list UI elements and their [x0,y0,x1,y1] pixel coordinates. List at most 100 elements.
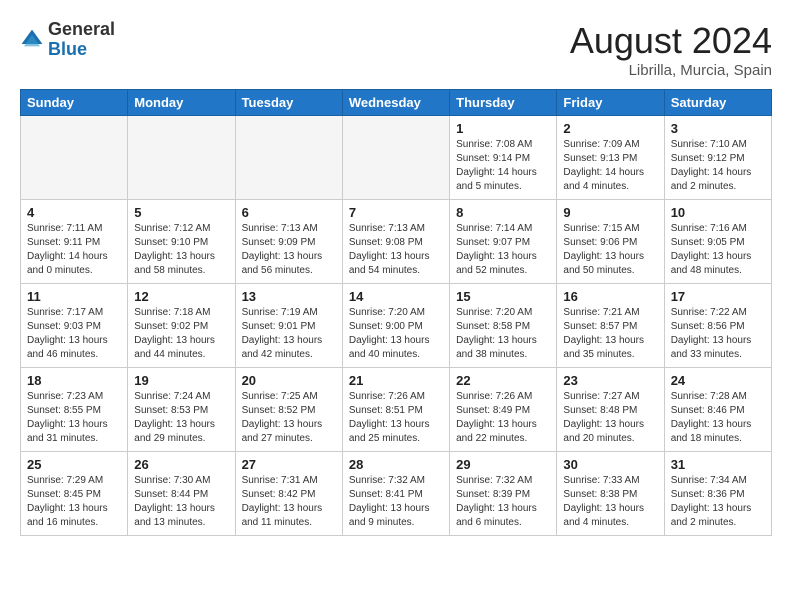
calendar-cell: 4 Sunrise: 7:11 AM Sunset: 9:11 PM Daylig… [21,200,128,284]
calendar-cell: 2Sunrise: 7:09 AM Sunset: 9:13 PM Daylig… [557,116,664,200]
day-number: 27 [242,457,336,472]
calendar-cell: 25Sunrise: 7:29 AM Sunset: 8:45 PM Dayli… [21,452,128,536]
calendar-cell: 1Sunrise: 7:08 AM Sunset: 9:14 PM Daylig… [450,116,557,200]
day-number: 4 [27,205,121,220]
calendar-week-row: 18 Sunrise: 7:23 AM Sunset: 8:55 PM Dayli… [21,368,772,452]
calendar-cell: 10 Sunrise: 7:16 AM Sunset: 9:05 PM Dayli… [664,200,771,284]
day-info: Sunrise: 7:32 AM Sunset: 8:41 PM Dayligh… [349,474,443,530]
calendar-cell [342,116,449,200]
day-info: Sunrise: 7:13 AM Sunset: 9:08 PM Dayligh… [349,222,443,278]
calendar-header: SundayMondayTuesdayWednesdayThursdayFrid… [21,90,772,116]
logo-blue-text: Blue [48,40,115,60]
calendar-cell: 9Sunrise: 7:15 AM Sunset: 9:06 PM Daylig… [557,200,664,284]
day-info: Sunrise: 7:32 AM Sunset: 8:39 PM Dayligh… [456,474,550,530]
calendar-cell: 7 Sunrise: 7:13 AM Sunset: 9:08 PM Daylig… [342,200,449,284]
calendar-cell: 26 Sunrise: 7:30 AM Sunset: 8:44 PM Dayli… [128,452,235,536]
day-info: Sunrise: 7:08 AM Sunset: 9:14 PM Dayligh… [456,138,550,194]
calendar-cell: 30 Sunrise: 7:33 AM Sunset: 8:38 PM Dayli… [557,452,664,536]
calendar-cell: 28 Sunrise: 7:32 AM Sunset: 8:41 PM Dayli… [342,452,449,536]
day-info: Sunrise: 7:10 AM Sunset: 9:12 PM Dayligh… [671,138,765,194]
day-info: Sunrise: 7:12 AM Sunset: 9:10 PM Dayligh… [134,222,228,278]
day-info: Sunrise: 7:22 AM Sunset: 8:56 PM Dayligh… [671,306,765,362]
weekday-header-monday: Monday [128,90,235,116]
day-info: Sunrise: 7:16 AM Sunset: 9:05 PM Dayligh… [671,222,765,278]
calendar-cell: 19 Sunrise: 7:24 AM Sunset: 8:53 PM Dayli… [128,368,235,452]
day-number: 16 [563,289,657,304]
day-number: 12 [134,289,228,304]
day-number: 25 [27,457,121,472]
calendar-week-row: 25Sunrise: 7:29 AM Sunset: 8:45 PM Dayli… [21,452,772,536]
calendar-cell: 15Sunrise: 7:20 AM Sunset: 8:58 PM Dayli… [450,284,557,368]
calendar-week-row: 1Sunrise: 7:08 AM Sunset: 9:14 PM Daylig… [21,116,772,200]
day-info: Sunrise: 7:14 AM Sunset: 9:07 PM Dayligh… [456,222,550,278]
day-number: 30 [563,457,657,472]
day-info: Sunrise: 7:24 AM Sunset: 8:53 PM Dayligh… [134,390,228,446]
calendar-cell: 23 Sunrise: 7:27 AM Sunset: 8:48 PM Dayli… [557,368,664,452]
title-section: August 2024 Librilla, Murcia, Spain [570,20,772,79]
calendar-table: SundayMondayTuesdayWednesdayThursdayFrid… [20,89,772,536]
day-number: 24 [671,373,765,388]
day-number: 18 [27,373,121,388]
calendar-cell: 11Sunrise: 7:17 AM Sunset: 9:03 PM Dayli… [21,284,128,368]
calendar-cell: 29 Sunrise: 7:32 AM Sunset: 8:39 PM Dayli… [450,452,557,536]
day-info: Sunrise: 7:25 AM Sunset: 8:52 PM Dayligh… [242,390,336,446]
calendar-cell: 18 Sunrise: 7:23 AM Sunset: 8:55 PM Dayli… [21,368,128,452]
day-info: Sunrise: 7:33 AM Sunset: 8:38 PM Dayligh… [563,474,657,530]
day-info: Sunrise: 7:20 AM Sunset: 9:00 PM Dayligh… [349,306,443,362]
day-info: Sunrise: 7:11 AM Sunset: 9:11 PM Dayligh… [27,222,121,278]
day-info: Sunrise: 7:15 AM Sunset: 9:06 PM Dayligh… [563,222,657,278]
day-number: 5 [134,205,228,220]
calendar-cell: 24Sunrise: 7:28 AM Sunset: 8:46 PM Dayli… [664,368,771,452]
day-number: 19 [134,373,228,388]
day-number: 28 [349,457,443,472]
calendar-body: 1Sunrise: 7:08 AM Sunset: 9:14 PM Daylig… [21,116,772,536]
day-number: 11 [27,289,121,304]
weekday-header-sunday: Sunday [21,90,128,116]
day-info: Sunrise: 7:21 AM Sunset: 8:57 PM Dayligh… [563,306,657,362]
day-info: Sunrise: 7:26 AM Sunset: 8:49 PM Dayligh… [456,390,550,446]
day-number: 2 [563,121,657,136]
day-number: 21 [349,373,443,388]
calendar-cell: 17Sunrise: 7:22 AM Sunset: 8:56 PM Dayli… [664,284,771,368]
calendar-cell: 8Sunrise: 7:14 AM Sunset: 9:07 PM Daylig… [450,200,557,284]
calendar-cell: 31Sunrise: 7:34 AM Sunset: 8:36 PM Dayli… [664,452,771,536]
day-number: 14 [349,289,443,304]
calendar-cell: 14 Sunrise: 7:20 AM Sunset: 9:00 PM Dayli… [342,284,449,368]
weekday-header-friday: Friday [557,90,664,116]
weekday-header-thursday: Thursday [450,90,557,116]
logo-icon [20,28,44,52]
day-info: Sunrise: 7:19 AM Sunset: 9:01 PM Dayligh… [242,306,336,362]
day-info: Sunrise: 7:20 AM Sunset: 8:58 PM Dayligh… [456,306,550,362]
day-info: Sunrise: 7:26 AM Sunset: 8:51 PM Dayligh… [349,390,443,446]
weekday-header-wednesday: Wednesday [342,90,449,116]
logo-general-text: General [48,20,115,40]
page-header: General Blue August 2024 Librilla, Murci… [20,20,772,79]
calendar-cell: 20 Sunrise: 7:25 AM Sunset: 8:52 PM Dayli… [235,368,342,452]
day-info: Sunrise: 7:27 AM Sunset: 8:48 PM Dayligh… [563,390,657,446]
day-number: 23 [563,373,657,388]
day-number: 20 [242,373,336,388]
calendar-cell: 6 Sunrise: 7:13 AM Sunset: 9:09 PM Daylig… [235,200,342,284]
day-info: Sunrise: 7:30 AM Sunset: 8:44 PM Dayligh… [134,474,228,530]
calendar-cell: 3 Sunrise: 7:10 AM Sunset: 9:12 PM Daylig… [664,116,771,200]
day-info: Sunrise: 7:23 AM Sunset: 8:55 PM Dayligh… [27,390,121,446]
calendar-week-row: 4 Sunrise: 7:11 AM Sunset: 9:11 PM Daylig… [21,200,772,284]
day-info: Sunrise: 7:34 AM Sunset: 8:36 PM Dayligh… [671,474,765,530]
day-number: 3 [671,121,765,136]
calendar-cell: 13Sunrise: 7:19 AM Sunset: 9:01 PM Dayli… [235,284,342,368]
day-number: 7 [349,205,443,220]
calendar-week-row: 11Sunrise: 7:17 AM Sunset: 9:03 PM Dayli… [21,284,772,368]
day-number: 22 [456,373,550,388]
day-info: Sunrise: 7:18 AM Sunset: 9:02 PM Dayligh… [134,306,228,362]
location-title: Librilla, Murcia, Spain [570,62,772,79]
day-info: Sunrise: 7:13 AM Sunset: 9:09 PM Dayligh… [242,222,336,278]
weekday-header-saturday: Saturday [664,90,771,116]
day-number: 10 [671,205,765,220]
calendar-cell: 27 Sunrise: 7:31 AM Sunset: 8:42 PM Dayli… [235,452,342,536]
day-info: Sunrise: 7:31 AM Sunset: 8:42 PM Dayligh… [242,474,336,530]
weekday-header-tuesday: Tuesday [235,90,342,116]
day-number: 26 [134,457,228,472]
day-number: 29 [456,457,550,472]
calendar-cell: 16 Sunrise: 7:21 AM Sunset: 8:57 PM Dayli… [557,284,664,368]
day-number: 6 [242,205,336,220]
